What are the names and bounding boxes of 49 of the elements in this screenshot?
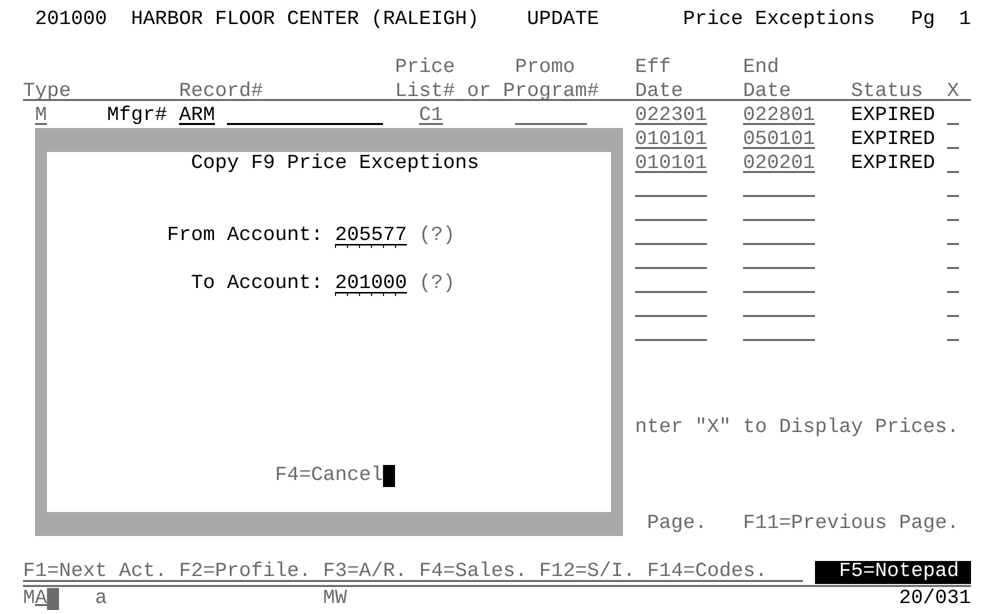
end-date-field[interactable]: 020201 (743, 152, 815, 176)
status-text: EXPIRED (851, 104, 935, 128)
field-label: To Account: (191, 272, 323, 296)
function-key-hint: Page. (647, 512, 707, 536)
column-header: X (947, 80, 959, 104)
column-header: Eff (635, 56, 671, 80)
dialog-title: Copy F9 Price Exceptions (191, 152, 479, 176)
notepad-key-label: F5=Notepad (815, 561, 971, 584)
record-field[interactable]: ARM (179, 104, 215, 128)
prompt-hint: (?) (419, 224, 455, 248)
eff-date-field[interactable]: 022301 (635, 104, 707, 128)
page-number: 1 (959, 8, 971, 32)
account-field[interactable]: 201000 (335, 272, 407, 296)
text-cursor-icon (383, 465, 395, 487)
status-text: EXPIRED (851, 152, 935, 176)
status-text: EXPIRED (851, 128, 935, 152)
eff-date-field[interactable]: 010101 (635, 152, 707, 176)
function-key-hint: F11=Previous Page. (743, 512, 959, 536)
end-date-field[interactable]: 022801 (743, 104, 815, 128)
instruction-text: nter "X" to Display Prices. (635, 416, 959, 440)
function-key-bar: F1=Next Act. F2=Profile. F3=A/R. F4=Sales. F12=S/I. F14=Codes. (23, 560, 803, 584)
price-list-field[interactable]: C1 (419, 104, 443, 128)
column-header: Date (635, 80, 683, 104)
status-indicator-text: a (95, 587, 107, 611)
record-label: Mfgr# (107, 104, 167, 128)
cursor-position-text: 20/031 (899, 587, 971, 611)
account-number: 201000 (35, 8, 107, 32)
type-field[interactable]: M (35, 104, 47, 128)
column-header: Program# (503, 80, 599, 104)
customer-name: HARBOR FLOOR CENTER (RALEIGH) (131, 8, 479, 32)
page-label: Pg (911, 8, 935, 32)
function-key-hint: F4=Cancel (275, 464, 383, 488)
end-date-field[interactable]: 050101 (743, 128, 815, 152)
column-header: Type (23, 80, 71, 104)
column-header: End (743, 56, 779, 80)
eff-date-field[interactable]: 010101 (635, 128, 707, 152)
keyboard-status-text: MA (23, 587, 47, 611)
column-header: Status (851, 80, 923, 104)
field-label: From Account: (167, 224, 323, 248)
account-field[interactable]: 205577 (335, 224, 407, 248)
screen-title: Price Exceptions (683, 8, 875, 32)
column-header: Date (743, 80, 791, 104)
status-indicator-text: MW (323, 587, 347, 611)
column-header: List# or (395, 80, 491, 104)
column-header: Promo (515, 56, 575, 80)
column-header: Price (395, 56, 455, 80)
column-header: Record# (179, 80, 263, 104)
mode-label: UPDATE (527, 8, 599, 32)
prompt-hint: (?) (419, 272, 455, 296)
